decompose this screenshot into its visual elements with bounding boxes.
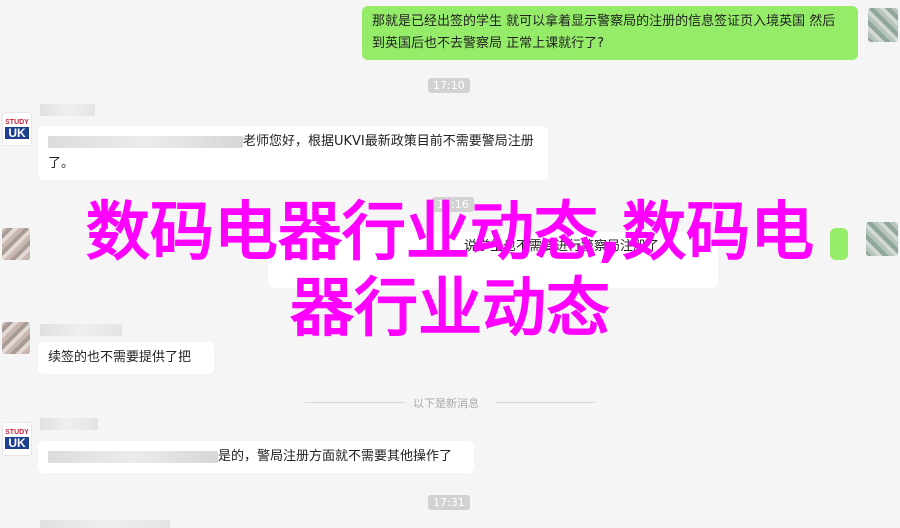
contact-name-blurred	[40, 104, 95, 116]
sender-avatar[interactable]	[868, 8, 898, 42]
incoming-message[interactable]: 是的，警局注册方面就不需要其他操作了	[38, 441, 474, 473]
divider-left	[305, 402, 405, 403]
blurred-text	[48, 135, 243, 148]
incoming-message[interactable]: 老师您好，根据UKVI最新政策目前不需要警局注册了。	[38, 126, 548, 180]
overlay-line-1: 数码电器行业动态,数码电	[85, 196, 815, 270]
blurred-text	[48, 450, 218, 463]
timestamp: 17:31	[428, 495, 470, 510]
new-messages-notice: 以下是新消息	[413, 397, 479, 410]
outgoing-message[interactable]: 那就是已经出签的学生 就可以拿着显示警察局的注册的信息签证页入境英国 然后到英国…	[362, 6, 858, 60]
message-text: 是的，警局注册方面就不需要其他操作了	[218, 449, 453, 464]
contact-avatar[interactable]: STUDY UK	[2, 112, 32, 146]
timestamp: 17:10	[428, 78, 470, 93]
overlay-headline: 数码电器行业动态,数码电 器行业动态	[0, 200, 900, 342]
avatar-label-uk: UK	[5, 127, 29, 139]
message-text: 续签的也不需要提供了把	[48, 350, 192, 365]
contact-name-blurred	[40, 520, 170, 528]
incoming-message[interactable]: 续签的也不需要提供了把	[38, 342, 214, 374]
contact-name-blurred	[40, 418, 98, 430]
message-text: 那就是已经出签的学生 就可以拿着显示警察局的注册的信息签证页入境英国 然后到英国…	[372, 14, 836, 51]
avatar-label-uk: UK	[5, 437, 29, 449]
divider-right	[495, 402, 595, 403]
contact-avatar[interactable]: STUDY UK	[2, 422, 32, 456]
overlay-line-2: 器行业动态	[290, 272, 610, 346]
